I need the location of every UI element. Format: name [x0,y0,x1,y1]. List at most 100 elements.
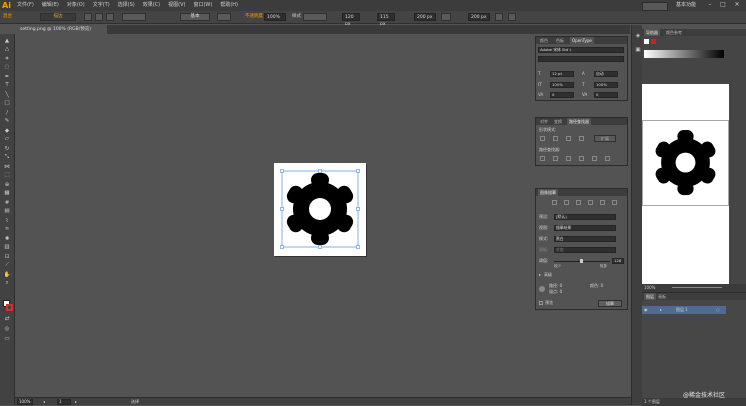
navigator-preview[interactable] [642,84,729,314]
crop-icon[interactable] [579,156,584,161]
color-ramp[interactable] [644,50,724,58]
gear-artwork[interactable] [274,163,366,256]
drawing-mode-icon[interactable]: ◎ [3,326,11,332]
menu-effect[interactable]: 效果(C) [143,0,160,11]
transform-icon[interactable] [495,13,503,21]
maximize-icon[interactable]: □ [719,1,727,9]
artboard-tool-icon[interactable]: ⊡ [3,254,11,260]
eyedropper-tool-icon[interactable]: ⌇ [3,218,11,224]
tab-color-guide[interactable]: 颜色参考 [664,29,684,36]
tab-swatches[interactable]: 色板 [554,37,566,44]
direct-selection-tool-icon[interactable]: △ [3,46,11,52]
zoom-field[interactable]: 100% [17,399,33,405]
type-tool-icon[interactable]: T [3,82,11,88]
image-trace-title[interactable]: 图像描摹 [538,189,558,196]
threshold-slider-handle[interactable] [580,259,583,263]
stroke-weight-icon[interactable] [84,13,92,21]
swap-fill-stroke-icon[interactable]: ⇄ [3,316,11,322]
next-artboard-icon[interactable]: ▸ [75,399,77,404]
layer-target-icon[interactable]: ○ [716,307,720,312]
intersect-icon[interactable] [566,136,571,141]
tab-color[interactable]: 颜色 [538,37,550,44]
first-artboard-icon[interactable]: ◂ [43,399,45,404]
opacity-field[interactable]: 100% [264,13,286,21]
y-field[interactable]: 115 px [377,13,395,27]
threshold-field[interactable]: 128 [612,258,624,264]
artboard-nav-field[interactable]: 1 [57,399,71,405]
line-tool-icon[interactable]: ╲ [3,92,11,98]
symbol-sprayer-tool-icon[interactable]: ✺ [3,236,11,242]
expand-button[interactable]: 扩展 [594,135,616,142]
x-field[interactable]: 120 px [342,13,360,27]
unite-icon[interactable] [540,136,545,141]
rotate-tool-icon[interactable]: ↻ [3,146,11,152]
screen-mode-icon[interactable]: ▭ [3,336,11,342]
slice-tool-icon[interactable]: ⟋ [3,262,11,268]
tracking-field[interactable]: 0 [594,92,618,98]
shape-select[interactable]: 基本 [180,13,210,21]
magic-wand-tool-icon[interactable]: ✶ [3,56,11,62]
brush-icon[interactable] [95,13,103,21]
pencil-tool-icon[interactable]: ✎ [3,118,11,124]
workspace-switcher[interactable]: 基本功能 [676,0,696,11]
horizontal-scale-field[interactable]: 100% [594,82,618,88]
font-family-select[interactable]: Adobe 宋体 Std L [538,47,624,53]
fill-stroke-widget[interactable]: 描边 [40,13,76,21]
tab-transform[interactable]: 变换 [552,118,564,125]
stroke-profile-select[interactable] [122,13,146,21]
font-size-field[interactable]: 12 pt [550,71,574,77]
layer-name[interactable]: 图层 1 [676,307,688,312]
width-tool-icon[interactable]: ⋈ [3,164,11,170]
opacity-label[interactable]: 不透明度 [245,13,263,21]
font-style-select[interactable] [538,56,624,62]
artboard[interactable] [274,163,366,256]
pen-tool-icon[interactable]: ✒ [3,74,11,80]
stroke-swatch[interactable] [6,304,13,311]
preview-checkbox[interactable] [539,301,543,305]
arrange-documents-button[interactable] [642,2,668,11]
auto-color-icon[interactable] [552,200,557,205]
outline-icon[interactable] [592,156,597,161]
minus-front-icon[interactable] [553,136,558,141]
advanced-label[interactable]: 高级 [544,272,552,277]
tab-layers[interactable]: 图层 [644,293,656,300]
navigator-view-box[interactable] [642,120,729,206]
style-select[interactable] [303,13,327,21]
menu-view[interactable]: 视图(V) [168,0,185,11]
tab-artboards[interactable]: 画板 [656,293,668,300]
layer-visibility-icon[interactable]: ◉ [644,307,648,312]
menu-type[interactable]: 文字(T) [93,0,110,11]
menu-window[interactable]: 窗口(W) [193,0,212,11]
panel-menu-icon[interactable] [508,13,516,21]
mesh-tool-icon[interactable]: # [3,200,11,206]
color-guide-icon[interactable]: ▣ [634,47,642,53]
tab-navigator[interactable]: 导航器 [644,29,660,36]
menu-select[interactable]: 选择(S) [118,0,135,11]
nav-swatch-red[interactable] [651,39,656,44]
lasso-tool-icon[interactable]: ◌ [3,64,11,70]
width-field[interactable]: 200 px [414,13,436,21]
document-tab[interactable]: setting.png @ 100% (RGB/预览) [17,25,107,34]
menu-object[interactable]: 对象(O) [67,0,85,11]
merge-icon[interactable] [566,156,571,161]
constrain-link-icon[interactable] [441,13,451,21]
navigator-zoom-value[interactable]: 100% [644,285,655,290]
menu-file[interactable]: 文件(F) [17,0,34,11]
minimize-icon[interactable]: – [706,1,714,9]
blend-tool-icon[interactable]: ∞ [3,226,11,232]
mode-select[interactable]: 黑白 [554,236,616,242]
selection-tool-icon[interactable]: ▲ [3,38,11,44]
menu-edit[interactable]: 编辑(E) [42,0,59,11]
layer-expand-icon[interactable]: ▸ [660,307,662,312]
trim-icon[interactable] [553,156,558,161]
perspective-grid-tool-icon[interactable]: ▦ [3,190,11,196]
minus-back-icon[interactable] [605,156,610,161]
free-transform-tool-icon[interactable]: ⬚ [3,172,11,178]
advanced-disclosure-icon[interactable]: ▸ [539,272,541,277]
low-color-icon[interactable] [576,200,581,205]
tab-opentype[interactable]: OpenType [570,37,594,44]
divide-icon[interactable] [540,156,545,161]
close-icon[interactable]: ✕ [733,1,741,9]
tab-align[interactable]: 对齐 [538,118,550,125]
blob-brush-tool-icon[interactable]: ◆ [3,128,11,134]
